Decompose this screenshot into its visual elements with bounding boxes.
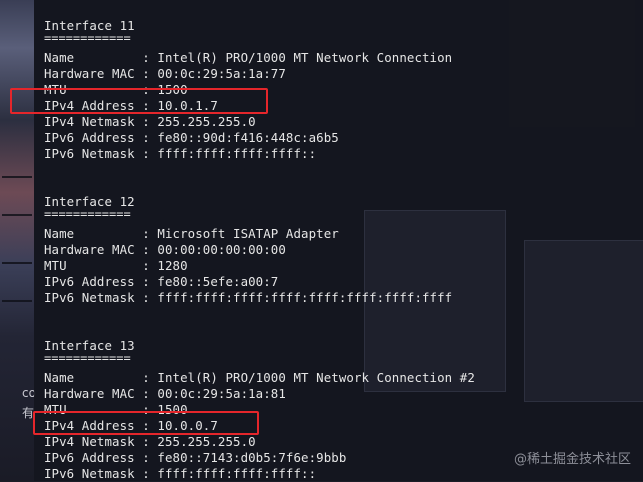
interface-row-separator: : [134,450,158,465]
interface-row-separator: : [134,242,158,257]
interface-row-separator: : [134,434,158,449]
interface-row-value: ffff:ffff:ffff:ffff:: [157,466,317,481]
interface-row-separator: : [134,66,158,81]
interface-row: MTU : 1280 [44,258,188,274]
interface-row-value: 00:0c:29:5a:1a:77 [157,66,286,81]
wallpaper-detail [2,262,32,264]
interface-row: IPv4 Netmask : 255.255.255.0 [44,114,256,130]
interface-row-value: Microsoft ISATAP Adapter [157,226,339,241]
interface-row-separator: : [134,386,158,401]
watermark: @稀土掘金技术社区 [513,452,631,467]
interface-row-separator: : [134,258,158,273]
interface-header-underline: ============ [44,207,131,221]
terminal-window[interactable]: Interface 11 ============ Name : Intel(R) … [34,0,643,481]
interface-row-value: fe80::90d:f416:448c:a6b5 [157,130,339,145]
interface-row-value: Intel(R) PRO/1000 MT Network Connection [157,50,453,65]
interface-row-value: ffff:ffff:ffff:ffff:: [157,146,317,161]
interface-row-value: 00:0c:29:5a:1a:81 [157,386,286,401]
interface-row-separator: : [134,114,158,129]
wallpaper-detail [2,300,32,302]
ipv4-highlight-box [10,88,268,114]
interface-row-key: MTU [44,258,135,273]
interface-row: Name : Microsoft ISATAP Adapter [44,226,339,242]
interface-row-value: fe80::7143:d0b5:7f6e:9bbb [157,450,347,465]
interface-row-key: Name [44,226,135,241]
interface-row-separator: : [134,370,158,385]
interface-row-key: IPv6 Address [44,450,135,465]
interface-row-separator: : [134,290,158,305]
interface-row-value: 255.255.255.0 [157,434,256,449]
interface-row: IPv6 Address : fe80::7143:d0b5:7f6e:9bbb [44,450,346,466]
interface-row-value: 255.255.255.0 [157,114,256,129]
interface-row: Hardware MAC : 00:0c:29:5a:1a:81 [44,386,286,402]
interface-row-separator: : [134,50,158,65]
interface-row: IPv6 Address : fe80::5efe:a00:7 [44,274,278,290]
interface-row-value: fe80::5efe:a00:7 [157,274,279,289]
interface-header-underline: ============ [44,31,131,45]
interface-row-separator: : [134,466,158,481]
interface-row-value: Intel(R) PRO/1000 MT Network Connection … [157,370,475,385]
interface-row-key: IPv6 Netmask [44,290,135,305]
interface-row-separator: : [134,130,158,145]
interface-row: Hardware MAC : 00:00:00:00:00:00 [44,242,286,258]
interface-row: Hardware MAC : 00:0c:29:5a:1a:77 [44,66,286,82]
interface-row-key: Name [44,50,135,65]
interface-row-key: Name [44,370,135,385]
interface-row: Name : Intel(R) PRO/1000 MT Network Conn… [44,50,452,66]
background-window-ghost [524,240,643,402]
interface-row-key: IPv6 Address [44,130,135,145]
interface-row-value: 00:00:00:00:00:00 [157,242,286,257]
interface-row-key: Hardware MAC [44,66,135,81]
interface-row: IPv6 Netmask : ffff:ffff:ffff:ffff:: [44,466,316,482]
interface-row: IPv4 Netmask : 255.255.255.0 [44,434,256,450]
interface-row: IPv6 Netmask : ffff:ffff:ffff:ffff:: [44,146,316,162]
interface-row-key: IPv6 Address [44,274,135,289]
interface-row-separator: : [134,274,158,289]
interface-header-underline: ============ [44,351,131,365]
interface-row: IPv6 Address : fe80::90d:f416:448c:a6b5 [44,130,339,146]
interface-row-separator: : [134,146,158,161]
interface-row: IPv6 Netmask : ffff:ffff:ffff:ffff:ffff:… [44,290,452,306]
interface-row-key: IPv4 Netmask [44,434,135,449]
wallpaper-detail [2,214,32,216]
interface-row-separator: : [134,226,158,241]
interface-row-key: IPv6 Netmask [44,146,135,161]
wallpaper-detail [2,176,32,178]
interface-row-key: Hardware MAC [44,242,135,257]
interface-row: Name : Intel(R) PRO/1000 MT Network Conn… [44,370,475,386]
interface-row-value: 1280 [157,258,188,273]
interface-row-key: Hardware MAC [44,386,135,401]
interface-row-key: IPv6 Netmask [44,466,135,481]
interface-row-value: ffff:ffff:ffff:ffff:ffff:ffff:ffff:ffff [157,290,453,305]
interface-row-key: IPv4 Netmask [44,114,135,129]
ipv4-highlight-box [33,411,259,435]
